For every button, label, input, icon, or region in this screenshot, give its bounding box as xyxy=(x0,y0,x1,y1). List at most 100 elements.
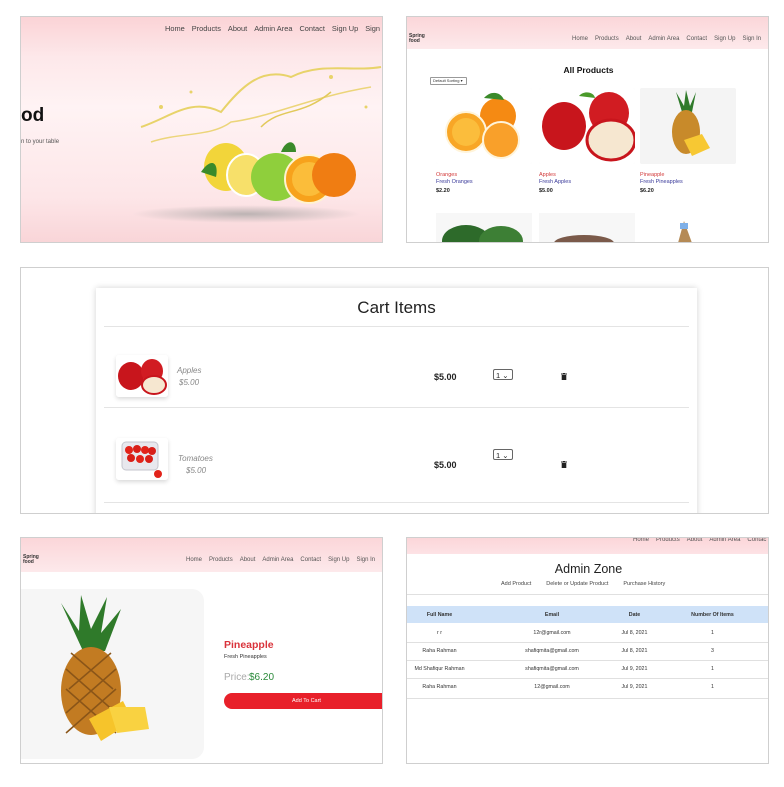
divider xyxy=(407,594,768,595)
nav-about[interactable]: About xyxy=(240,557,256,566)
quantity-select[interactable]: 1 ⌄ xyxy=(493,369,513,380)
nav-products[interactable]: Products xyxy=(209,557,233,566)
product-title: Pineapple xyxy=(224,639,274,651)
nav-admin-area[interactable]: Admin Area xyxy=(648,36,679,45)
cart-item-name: Apples xyxy=(177,366,202,375)
orange-image xyxy=(436,88,532,164)
pineapple-image xyxy=(61,595,149,741)
product-name: Apples xyxy=(539,172,556,178)
table-header: Full Name Email Date Number Of Items xyxy=(407,606,768,623)
price-label: Price: xyxy=(224,672,250,683)
home-hero-panel: Home Products About Admin Area Contact S… xyxy=(20,16,383,243)
page-title: All Products xyxy=(563,65,614,75)
main-nav: Home Products About Admin Area Contact S… xyxy=(572,36,769,46)
trash-icon[interactable] xyxy=(561,373,567,380)
cart-item-price: $5.00 xyxy=(179,378,200,387)
products-panel: Spring food Home Products About Admin Ar… xyxy=(406,16,769,243)
product-detail-panel: Spring food Home Products About Admin Ar… xyxy=(20,537,383,764)
site-header xyxy=(21,538,382,572)
nav-contact[interactable]: Contac xyxy=(747,538,766,543)
apple-image xyxy=(539,88,637,164)
brand-logo[interactable]: Spring food xyxy=(23,555,39,565)
main-nav: Home Products About Admin Area Contac xyxy=(633,538,768,543)
cart-item-total: $5.00 xyxy=(434,460,457,470)
col-date: Date xyxy=(628,612,641,618)
nav-admin-area[interactable]: Admin Area xyxy=(262,557,293,566)
product-name: Pineapple xyxy=(640,172,665,178)
add-to-cart-button[interactable]: Add To Cart xyxy=(224,693,382,709)
nav-admin-area[interactable]: Admin Area xyxy=(254,24,292,33)
product-price: $2.20 xyxy=(436,188,450,194)
nav-home[interactable]: Home xyxy=(165,24,185,33)
divider xyxy=(104,326,689,327)
product-card[interactable]: Pineapple Fresh Pineapples $6.20 xyxy=(640,88,736,194)
product-price: $5.00 xyxy=(539,188,553,194)
nav-contact[interactable]: Contact xyxy=(299,24,324,33)
divider xyxy=(407,642,768,643)
nav-sign-in[interactable]: Sign In xyxy=(742,36,761,45)
cart-title: Cart Items xyxy=(357,298,436,317)
cart-item-image xyxy=(116,355,168,397)
product-desc: Fresh Apples xyxy=(539,179,572,185)
product-card[interactable]: Apples Fresh Apples $5.00 xyxy=(539,88,637,194)
product-desc: Fresh Oranges xyxy=(436,179,473,185)
nav-sign-up[interactable]: Sign Up xyxy=(714,36,735,45)
nav-products[interactable]: Products xyxy=(595,36,619,45)
cart-item-image xyxy=(116,438,168,480)
quantity-select[interactable]: 1 ⌄ xyxy=(493,449,513,460)
admin-title: Admin Zone xyxy=(554,562,623,576)
trash-icon[interactable] xyxy=(561,461,567,468)
sort-select[interactable]: Default Sorting ▾ xyxy=(430,77,467,85)
tab-delete-update-product[interactable]: Delete or Update Product xyxy=(546,581,608,587)
product-price: $6.20 xyxy=(249,672,275,683)
divider xyxy=(104,502,689,503)
nav-home[interactable]: Home xyxy=(572,36,588,45)
hero-title: od xyxy=(21,105,45,126)
nav-contact[interactable]: Contact xyxy=(686,36,707,45)
col-email: Email xyxy=(544,612,560,618)
fruit-splash-image xyxy=(140,66,382,204)
nav-products[interactable]: Products xyxy=(656,538,680,543)
nav-contact[interactable]: Contact xyxy=(300,557,321,566)
admin-tabs: Add Product Delete or Update Product Pur… xyxy=(501,581,680,587)
nav-about[interactable]: About xyxy=(228,24,247,33)
nav-sign-up[interactable]: Sign Up xyxy=(328,557,349,566)
main-nav: Home Products About Admin Area Contact S… xyxy=(165,24,382,33)
product-desc: Fresh Pineapples xyxy=(640,179,683,185)
product-row-2-images xyxy=(436,213,736,242)
divider xyxy=(104,407,689,408)
cart-icon[interactable] xyxy=(768,37,769,46)
product-description: Fresh Pineapples xyxy=(224,654,267,660)
hero-subtitle: n to your table xyxy=(21,139,60,145)
cart-item-price: $5.00 xyxy=(186,466,207,475)
cart-item-total: $5.00 xyxy=(434,372,457,382)
col-number-of-items: Number Of Items xyxy=(691,612,734,618)
cart-panel: Cart Items Apples $5.00 $5.00 1 ⌄ Tomato… xyxy=(20,267,769,514)
nav-home[interactable]: Home xyxy=(186,557,202,566)
product-card[interactable]: Oranges Fresh Oranges $2.20 xyxy=(436,88,532,194)
nav-products[interactable]: Products xyxy=(192,24,221,33)
nav-home[interactable]: Home xyxy=(633,538,649,543)
main-nav: Home Products About Admin Area Contact S… xyxy=(186,557,383,567)
tab-add-product[interactable]: Add Product xyxy=(501,581,531,587)
product-price: $6.20 xyxy=(640,188,654,194)
divider xyxy=(407,660,768,661)
divider xyxy=(407,678,768,679)
pineapple-image xyxy=(640,88,736,164)
cart-card: Cart Items Apples $5.00 $5.00 1 ⌄ Tomato… xyxy=(96,288,697,513)
product-image-box xyxy=(21,589,204,759)
cart-item-name: Tomatoes xyxy=(178,454,213,463)
divider xyxy=(407,698,768,699)
admin-panel: Home Products About Admin Area Contac Ad… xyxy=(406,537,769,764)
nav-admin-area[interactable]: Admin Area xyxy=(709,538,740,543)
cart-icon[interactable] xyxy=(382,558,383,567)
nav-about[interactable]: About xyxy=(626,36,642,45)
tab-purchase-history[interactable]: Purchase History xyxy=(623,581,665,587)
product-name: Oranges xyxy=(436,172,458,178)
nav-about[interactable]: About xyxy=(687,538,703,543)
nav-sign-up[interactable]: Sign Up xyxy=(332,24,358,33)
brand-logo[interactable]: Spring food xyxy=(409,34,425,44)
nav-sign-in[interactable]: Sign In xyxy=(356,557,375,566)
nav-sign-in[interactable]: Sign xyxy=(365,24,380,33)
col-full-name: Full Name xyxy=(426,612,453,618)
